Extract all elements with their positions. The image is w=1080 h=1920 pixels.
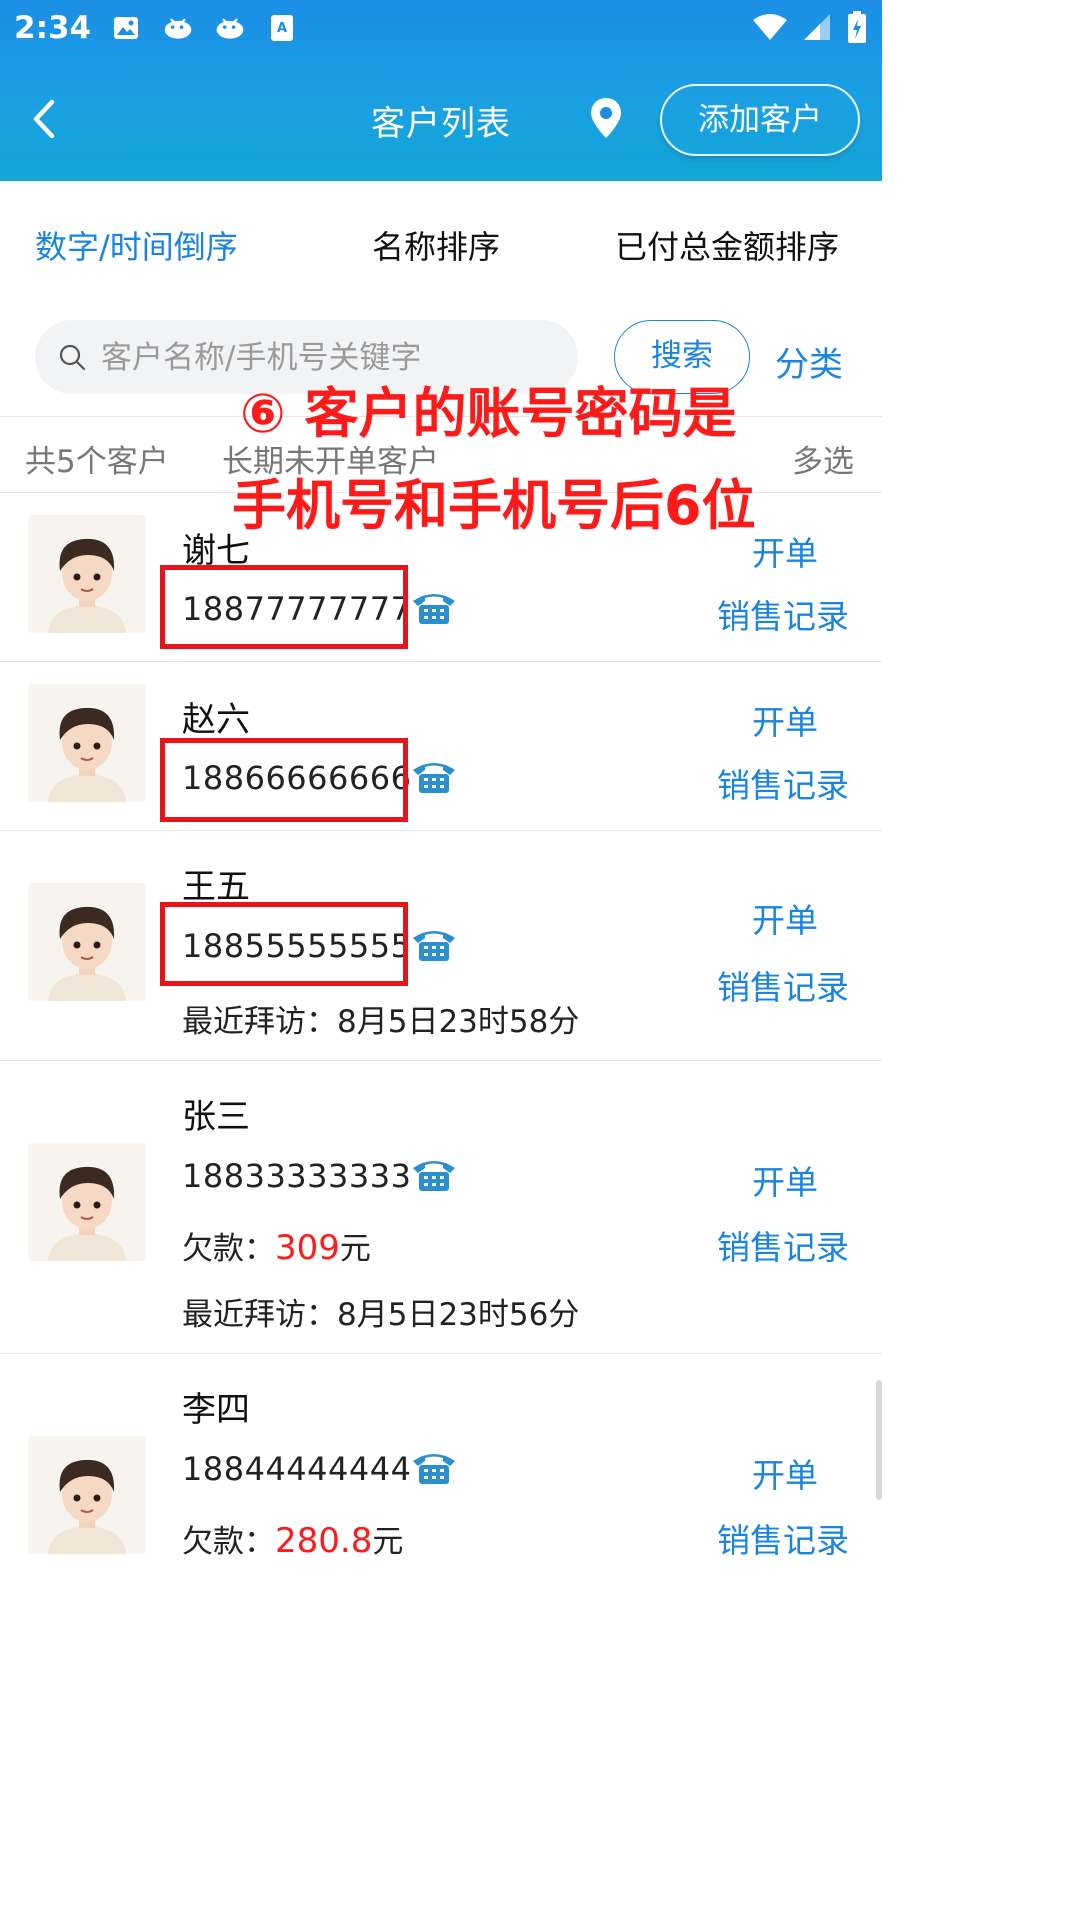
sales-record-link[interactable]: 销售记录 xyxy=(717,1221,849,1269)
signal-icon xyxy=(802,12,832,46)
annotation-line-1: ⑥ 客户的账号密码是 xyxy=(240,382,737,445)
tutorial-annotation: ⑥ 客户的账号密码是 手机号和手机号后6位 xyxy=(232,368,792,552)
wifi-icon xyxy=(752,12,788,46)
whale-app-icon xyxy=(162,12,194,44)
customer-name: 李四 xyxy=(182,1390,250,1430)
phone-highlight-box xyxy=(160,738,408,822)
phone-highlight-box xyxy=(160,902,408,986)
status-bar: 2:34 A xyxy=(0,0,882,62)
tab-sort-name[interactable]: 名称排序 xyxy=(372,222,500,268)
debt-unit: 元 xyxy=(372,1524,404,1560)
location-button[interactable] xyxy=(588,96,624,140)
telephone-icon[interactable] xyxy=(410,923,458,963)
sales-record-link[interactable]: 销售记录 xyxy=(717,1514,849,1562)
last-visit-value: 8月5日23时56分 xyxy=(337,1297,580,1333)
annotation-line-2: 手机号和手机号后6位 xyxy=(232,474,756,537)
customer-count: 共5个客户 xyxy=(25,444,169,480)
avatar xyxy=(28,1436,146,1554)
telephone-icon[interactable] xyxy=(410,586,458,626)
notification-icons: A xyxy=(110,12,298,44)
avatar xyxy=(28,515,146,633)
customer-name: 张三 xyxy=(182,1097,250,1137)
customer-phone: 18844444444 xyxy=(182,1450,412,1488)
last-visit: 最近拜访：8月5日23时58分 xyxy=(182,996,579,1041)
debt-unit: 元 xyxy=(339,1231,371,1267)
keyboard-app-icon: A xyxy=(266,12,298,44)
avatar xyxy=(28,1143,146,1261)
debt-label: 欠款： xyxy=(182,1524,275,1560)
avatar xyxy=(28,883,146,1001)
create-order-link[interactable]: 开单 xyxy=(752,894,818,942)
multi-select-button[interactable]: 多选 xyxy=(792,436,854,481)
debt: 欠款：280.8元 xyxy=(182,1516,403,1561)
debt-amount: 309 xyxy=(275,1228,340,1268)
customer-name: 王五 xyxy=(182,867,250,907)
system-status-icons xyxy=(752,10,868,48)
telephone-icon[interactable] xyxy=(410,1446,458,1486)
last-visit-label: 最近拜访： xyxy=(182,1004,337,1040)
sales-record-link[interactable]: 销售记录 xyxy=(717,961,849,1009)
sales-record-link[interactable]: 销售记录 xyxy=(717,759,849,807)
app-header: 2:34 A 客户列表 添加客户 xyxy=(0,0,882,181)
battery-icon xyxy=(846,10,868,48)
create-order-link[interactable]: 开单 xyxy=(752,696,818,744)
search-icon xyxy=(59,344,86,371)
svg-text:A: A xyxy=(277,21,287,36)
create-order-link[interactable]: 开单 xyxy=(752,1449,818,1497)
telephone-icon[interactable] xyxy=(410,755,458,795)
customer-row[interactable]: 王五 18855555555 最近拜访：8月5日23时58分 开单 销售记录 xyxy=(0,831,882,1061)
create-order-link[interactable]: 开单 xyxy=(752,1156,818,1204)
telephone-icon[interactable] xyxy=(410,1153,458,1193)
scrollbar[interactable] xyxy=(876,1380,882,1500)
sales-record-link[interactable]: 销售记录 xyxy=(717,590,849,638)
avatar xyxy=(28,684,146,802)
last-visit-label: 最近拜访： xyxy=(182,1297,337,1333)
customer-row[interactable]: 李四 18844444444 欠款：280.8元 开单 销售记录 xyxy=(0,1354,882,1568)
customer-phone: 18833333333 xyxy=(182,1157,412,1195)
status-time: 2:34 xyxy=(14,10,92,46)
last-visit-value: 8月5日23时58分 xyxy=(337,1004,580,1040)
customer-name: 赵六 xyxy=(182,700,250,740)
customer-row[interactable]: 赵六 18866666666 开单 销售记录 xyxy=(0,662,882,831)
debt: 欠款：309元 xyxy=(182,1223,371,1268)
debt-label: 欠款： xyxy=(182,1231,275,1267)
location-pin-icon xyxy=(591,98,621,138)
customer-row[interactable]: 张三 18833333333 欠款：309元 最近拜访：8月5日23时56分 开… xyxy=(0,1061,882,1354)
last-visit: 最近拜访：8月5日23时56分 xyxy=(182,1289,579,1334)
tab-sort-paid-amount[interactable]: 已付总金额排序 xyxy=(615,222,839,268)
image-icon xyxy=(110,12,142,44)
add-customer-button[interactable]: 添加客户 xyxy=(660,84,860,156)
tab-sort-number-time[interactable]: 数字/时间倒序 xyxy=(35,222,238,268)
debt-amount: 280.8 xyxy=(275,1521,373,1561)
whale-app-icon xyxy=(214,12,246,44)
phone-highlight-box xyxy=(160,565,408,649)
